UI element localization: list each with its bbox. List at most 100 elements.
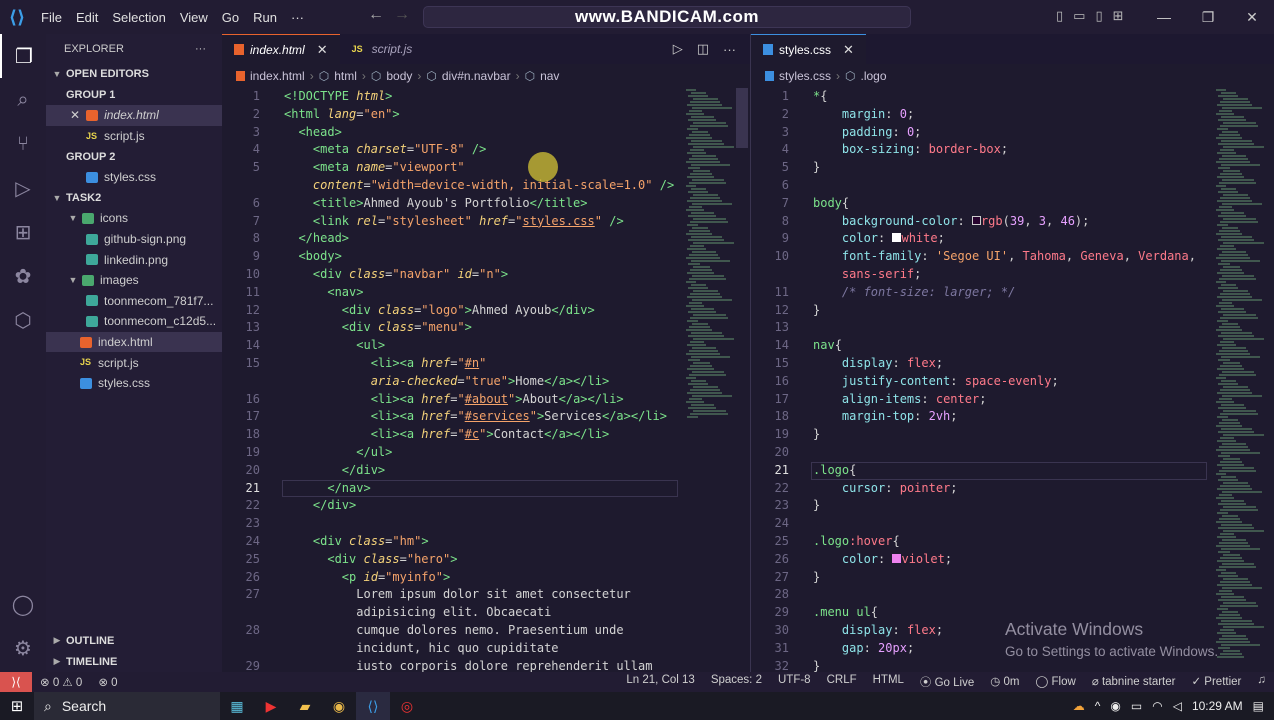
outline-section[interactable]: ▶ OUTLINE bbox=[46, 630, 222, 651]
chevron-up-icon[interactable]: ^ bbox=[1095, 699, 1101, 713]
tree-item[interactable]: index.html bbox=[46, 331, 222, 353]
cursor-position[interactable]: Ln 21, Col 13 bbox=[618, 674, 702, 690]
code-line[interactable]: color: white; bbox=[813, 231, 945, 245]
chrome-icon[interactable]: ◉ bbox=[322, 692, 356, 720]
code-line[interactable]: adipisicing elit. Obcaecati bbox=[284, 605, 551, 619]
toggle-sidebar-icon[interactable]: ▯ bbox=[1056, 8, 1063, 24]
problems-indicator[interactable]: ⊗ 0 ⚠ 0 bbox=[32, 675, 90, 689]
menu-more[interactable]: ··· bbox=[284, 10, 311, 25]
code-line[interactable]: <meta name="viewport" bbox=[284, 160, 465, 174]
close-icon[interactable]: ✕ bbox=[317, 42, 328, 58]
flow-button[interactable]: ◯ Flow bbox=[1027, 674, 1083, 690]
breadcrumb-item[interactable]: styles.css bbox=[779, 69, 831, 83]
file-explorer-icon[interactable]: ▰ bbox=[288, 692, 322, 720]
breadcrumb-item[interactable]: index.html bbox=[250, 69, 305, 83]
open-editor-script-js[interactable]: JS script.js bbox=[46, 126, 222, 147]
menu-edit[interactable]: Edit bbox=[69, 10, 105, 25]
code-line[interactable]: <title>Ahmed Ayoub's Portfolio</title> bbox=[284, 196, 588, 210]
tab-index-html[interactable]: index.html ✕ bbox=[222, 34, 340, 64]
html-code-editor[interactable]: 1 <!DOCTYPE html> 2 <html lang="en"> 3 <head… bbox=[222, 88, 682, 672]
extensions-icon[interactable]: ⊞ bbox=[0, 210, 46, 254]
explorer-icon[interactable]: ❐ bbox=[0, 34, 46, 78]
code-line[interactable]: .menu ul{ bbox=[813, 605, 878, 619]
tabnine-status[interactable]: ⌀ tabnine starter bbox=[1084, 674, 1184, 690]
code-line[interactable]: display: flex; bbox=[813, 623, 943, 637]
run-debug-icon[interactable]: ▷ bbox=[0, 166, 46, 210]
code-line[interactable]: cumque dolores nemo. Praesentium unde bbox=[284, 623, 623, 637]
code-line[interactable]: <link rel="stylesheet" href="styles.css"… bbox=[284, 214, 624, 228]
menu-run[interactable]: Run bbox=[246, 10, 284, 25]
notification-center-icon[interactable]: ▤ bbox=[1253, 699, 1264, 713]
breadcrumb-item[interactable]: html bbox=[334, 69, 357, 83]
timeline-section[interactable]: ▶ TIMELINE bbox=[46, 651, 222, 672]
notifications-bell-icon[interactable]: ♫ bbox=[1249, 674, 1274, 690]
toggle-secondary-sidebar-icon[interactable]: ▯ bbox=[1095, 8, 1102, 24]
code-line[interactable]: display: flex; bbox=[813, 356, 943, 370]
folder-task2[interactable]: ▼ TASK2 bbox=[46, 188, 222, 209]
css-code-editor[interactable]: 1 *{2 margin: 0; 3 padding: 0; 4 box-sizing… bbox=[751, 88, 1211, 672]
menu-go[interactable]: Go bbox=[215, 10, 246, 25]
more-actions-icon[interactable]: ··· bbox=[723, 42, 736, 57]
forward-arrow-icon[interactable]: → bbox=[394, 6, 410, 24]
code-line[interactable]: </nav> bbox=[284, 481, 370, 495]
code-line[interactable]: .logo:hover{ bbox=[813, 534, 900, 548]
code-line[interactable]: </div> bbox=[284, 498, 356, 512]
volume-icon[interactable]: ◁ bbox=[1173, 699, 1182, 713]
code-line[interactable]: <li><a href="#c">Contact</a></li> bbox=[284, 427, 610, 441]
code-line[interactable]: margin-top: 2vh; bbox=[813, 409, 958, 423]
tree-item[interactable]: github-sign.png bbox=[46, 229, 222, 250]
menu-selection[interactable]: Selection bbox=[105, 10, 172, 25]
open-editors-section[interactable]: ▼ OPEN EDITORS bbox=[46, 64, 222, 85]
code-line[interactable]: box-sizing: border-box; bbox=[813, 142, 1008, 156]
code-line[interactable]: nav{ bbox=[813, 338, 842, 352]
code-line[interactable]: <div class="logo">Ahmed Ayoub</div> bbox=[284, 303, 595, 317]
code-line[interactable]: <div class="hero"> bbox=[284, 552, 457, 566]
code-line[interactable]: <li><a href="#services">Services</a></li… bbox=[284, 409, 667, 423]
code-line[interactable]: <div class="menu"> bbox=[284, 320, 472, 334]
code-line[interactable]: content="width=device-width, initial-sca… bbox=[284, 178, 674, 192]
tree-item[interactable]: linkedin.png bbox=[46, 249, 222, 270]
clock[interactable]: 10:29 AM bbox=[1192, 699, 1243, 713]
tab-script-js[interactable]: JS script.js bbox=[340, 34, 425, 64]
code-line[interactable]: <meta charset="UTF-8" /> bbox=[284, 142, 486, 156]
code-line[interactable]: <nav> bbox=[284, 285, 363, 299]
open-editor-index-html[interactable]: ✕ index.html bbox=[46, 105, 222, 126]
run-icon[interactable]: ▷ bbox=[673, 41, 683, 57]
explorer-more-button[interactable]: ··· bbox=[195, 43, 206, 55]
minimize-icon[interactable]: — bbox=[1142, 0, 1186, 34]
wifi-icon[interactable]: ◠ bbox=[1152, 699, 1162, 713]
close-icon[interactable]: ✕ bbox=[843, 42, 854, 58]
code-line[interactable]: <li><a href="#about">About</a></li> bbox=[284, 392, 624, 406]
code-line[interactable]: body{ bbox=[813, 196, 849, 210]
code-line[interactable]: color: violet; bbox=[813, 552, 952, 566]
left-minimap[interactable] bbox=[686, 88, 736, 668]
windows-start-icon[interactable]: ⊞ bbox=[0, 692, 34, 720]
restore-icon[interactable]: ❐ bbox=[1186, 0, 1230, 34]
settings-gear-icon[interactable]: ⚙ bbox=[0, 626, 46, 670]
code-line[interactable]: } bbox=[813, 427, 820, 441]
code-line[interactable]: justify-content: space-evenly; bbox=[813, 374, 1059, 388]
code-line[interactable]: <head> bbox=[284, 125, 341, 139]
tree-item[interactable]: ▼ images bbox=[46, 270, 222, 291]
code-line[interactable]: <body> bbox=[284, 249, 341, 263]
weather-icon[interactable]: ☁ bbox=[1073, 699, 1085, 713]
open-editor-styles-css[interactable]: styles.css bbox=[46, 167, 222, 188]
search-icon[interactable]: ⌕ bbox=[0, 78, 46, 122]
command-center[interactable]: www.BANDICAM.com bbox=[423, 6, 911, 28]
left-scrollbar[interactable] bbox=[736, 88, 748, 148]
toggle-panel-icon[interactable]: ▭ bbox=[1073, 8, 1085, 24]
bandicam-icon[interactable]: ◎ bbox=[390, 692, 424, 720]
customize-layout-icon[interactable]: ⊞ bbox=[1113, 8, 1124, 24]
remote-explorer-icon[interactable]: ⬡ bbox=[0, 298, 46, 342]
tree-item[interactable]: ▼ icons bbox=[46, 208, 222, 229]
breadcrumb-item[interactable]: body bbox=[386, 69, 412, 83]
go-live-button[interactable]: ⦿ Go Live bbox=[912, 674, 982, 690]
paw-extension-icon[interactable]: ✿ bbox=[0, 254, 46, 298]
code-line[interactable]: } bbox=[813, 659, 820, 672]
code-line[interactable]: background-color: rgb(39, 3, 46); bbox=[813, 214, 1089, 228]
breadcrumb-item[interactable]: nav bbox=[540, 69, 559, 83]
source-control-icon[interactable]: ⑂ bbox=[0, 122, 46, 166]
code-line[interactable]: } bbox=[813, 498, 820, 512]
code-line[interactable]: padding: 0; bbox=[813, 125, 922, 139]
right-minimap[interactable] bbox=[1216, 88, 1266, 668]
